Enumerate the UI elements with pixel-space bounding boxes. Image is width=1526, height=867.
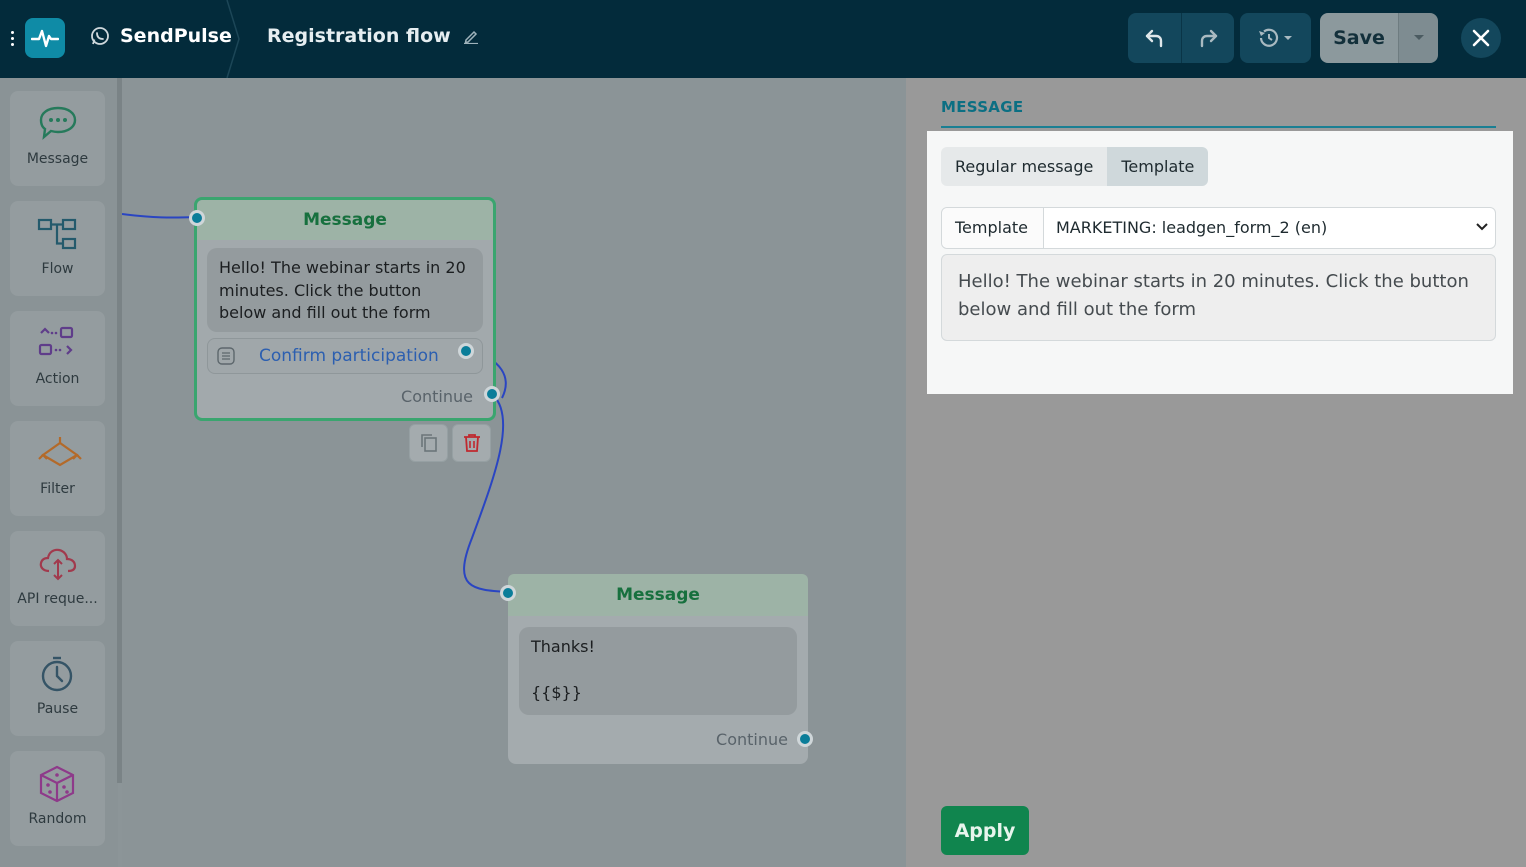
panel-title: MESSAGE [941,98,1024,116]
tool-api-request[interactable]: API reque... [10,531,105,626]
node-message-text: Thanks! {{$}} [519,627,797,715]
dice-icon [39,765,75,803]
more-menu-icon[interactable] [7,28,17,50]
node2-input-port[interactable] [500,585,516,601]
message-bubble-icon [39,106,77,140]
api-cloud-icon [39,548,77,581]
tab-template[interactable]: Template [1107,147,1209,186]
brand-name: SendPulse [120,25,232,47]
message-node-1[interactable]: Message Hello! The webinar starts in 20 … [194,197,496,421]
node-continue-label: Continue [716,730,788,749]
template-selected-value: MARKETING: leadgen_form_2 (en) [1056,218,1328,237]
tab-regular-message[interactable]: Regular message [941,147,1108,186]
filter-icon [38,437,82,467]
template-preview: Hello! The webinar starts in 20 minutes.… [941,254,1496,341]
tool-random[interactable]: Random [10,751,105,846]
template-label: Template [942,208,1044,248]
node-variable-line: {{$}} [531,682,582,702]
flow-icon [37,218,77,250]
copy-icon [420,434,437,452]
save-options-button[interactable] [1398,13,1438,63]
history-icon [1258,28,1292,47]
tool-flow[interactable]: Flow [10,201,105,296]
undo-icon [1145,29,1162,48]
node-message-text: Hello! The webinar starts in 20 minutes.… [207,248,483,332]
node1-button-port[interactable] [458,343,474,359]
sendpulse-logo[interactable] [25,18,65,58]
chevron-down-icon [1476,223,1488,231]
breadcrumb-separator [226,0,240,78]
tool-message[interactable]: Message [10,91,105,186]
node2-continue-port[interactable] [797,731,813,747]
panel-divider [941,126,1496,128]
history-group [1240,13,1311,63]
save-group: Save [1320,13,1438,63]
action-icon [38,326,74,356]
node-title: Message [508,574,808,616]
undo-redo-group [1128,13,1234,63]
undo-button[interactable] [1128,13,1181,63]
trash-icon [463,434,480,452]
message-type-toggle: Regular message Template [941,147,1209,186]
whatsapp-icon [91,27,109,45]
close-button[interactable] [1461,18,1501,58]
node-button-label: Confirm participation [259,346,439,366]
duplicate-node-button[interactable] [409,424,448,462]
tool-action[interactable]: Action [10,311,105,406]
wire-incoming [122,213,198,219]
redo-button[interactable] [1181,13,1234,63]
redo-icon [1200,29,1218,48]
save-button[interactable]: Save [1320,13,1398,63]
apply-button[interactable]: Apply [941,806,1029,855]
template-select[interactable]: MARKETING: leadgen_form_2 (en) [1044,208,1495,248]
flow-title: Registration flow [267,25,451,47]
node-continue-label: Continue [401,387,473,406]
message-node-2[interactable]: Message Thanks! {{$}} Continue [508,574,808,764]
brand: SendPulse [90,25,232,47]
form-list-icon [217,347,235,365]
clock-icon [41,656,73,692]
node-text-line: Thanks! [531,637,595,656]
close-icon [1472,29,1490,47]
history-button[interactable] [1240,13,1311,63]
edit-pencil-icon[interactable] [463,28,479,44]
top-bar: SendPulse Registration flow Save [0,0,1526,78]
node-button-confirm[interactable]: Confirm participation [207,338,483,374]
tool-filter[interactable]: Filter [10,421,105,516]
node1-input-port[interactable] [189,210,205,226]
tool-pause[interactable]: Pause [10,641,105,736]
breadcrumb: Registration flow [267,25,479,47]
chevron-down-icon [1413,35,1424,40]
delete-node-button[interactable] [452,424,491,462]
template-select-row: Template MARKETING: leadgen_form_2 (en) [941,207,1496,249]
node-title: Message [197,200,493,240]
node1-continue-port[interactable] [484,386,500,402]
